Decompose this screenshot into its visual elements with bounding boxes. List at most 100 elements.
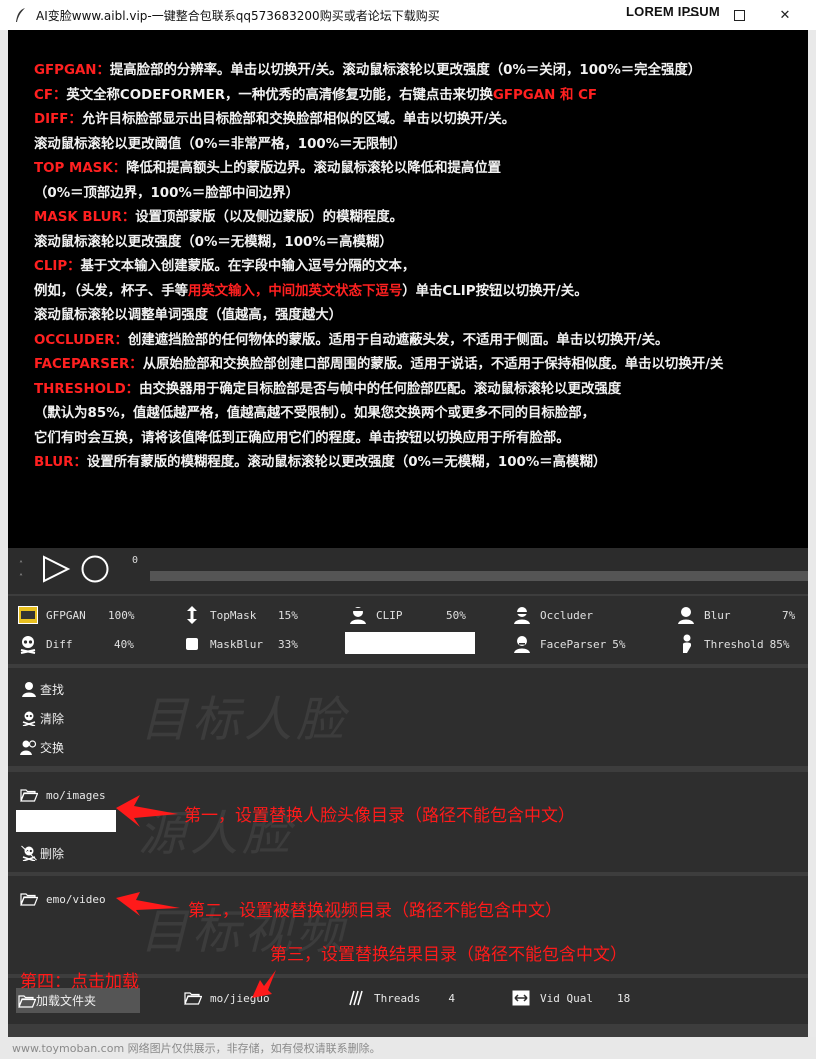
help-text-segment: 允许目标脸部显示出目标脸部和交换脸部相似的区域。单击以切换开/关。 xyxy=(81,112,516,127)
help-keyword: CLIP： xyxy=(34,259,81,274)
step-up-icon[interactable]: ˄ xyxy=(19,558,23,571)
help-line: CF：英文全称CODEFORMER，一种优秀的高清修复功能，右键点击来切换GFP… xyxy=(34,84,804,109)
help-keyword: FACEPARSER： xyxy=(34,357,143,372)
frame-step-buttons[interactable]: ˄ ˄ xyxy=(19,558,23,584)
help-line: 滚动鼠标滚轮以调整单词强度（值越高，强度越大） xyxy=(34,304,804,329)
help-line: 例如，（头发，杯子、手等用英文输入，中间加英文状态下逗号）单击CLIP按钮以切换… xyxy=(34,280,804,305)
blur-switch[interactable]: Blur 7% xyxy=(676,604,795,626)
help-text-segment: ）单击CLIP按钮以切换开/关。 xyxy=(402,283,588,299)
help-keyword: OCCLUDER： xyxy=(34,332,128,348)
annotation-step-4: 第四：点击加载 xyxy=(20,972,139,992)
clip-text-input[interactable] xyxy=(345,632,475,654)
source-filter-input[interactable] xyxy=(16,810,116,832)
clip-face-icon xyxy=(348,605,368,625)
help-text-segment: 设置所有蒙版的模糊程度。滚动鼠标滚轮以更改强度（0%＝无模糊，100%＝高模糊） xyxy=(86,455,607,470)
help-keyword: 用英文输入，中间加英文状态下逗号 xyxy=(188,283,403,299)
close-icon: ✕ xyxy=(779,7,791,23)
feather-app-icon xyxy=(16,8,25,22)
help-line: DIFF：允许目标脸部显示出目标脸部和交换脸部相似的区域。单击以切换开/关。 xyxy=(34,108,804,133)
help-text-segment: 设置顶部蒙版（以及侧边蒙版）的模糊程度。 xyxy=(135,210,404,225)
clear-button[interactable]: 清除 xyxy=(20,709,64,727)
video-folder-button[interactable]: emo/video xyxy=(20,890,106,908)
find-button[interactable]: 查找 xyxy=(20,680,64,698)
help-line: CLIP：基于文本输入创建蒙版。在字段中输入逗号分隔的文本， xyxy=(34,255,804,280)
help-keyword: DIFF： xyxy=(34,112,82,127)
help-text-segment: 提高脸部的分辨率。单击以切换开/关。滚动鼠标滚轮以更改强度（0%＝关闭，100%… xyxy=(109,63,702,78)
resize-arrows-icon xyxy=(512,990,530,1006)
help-text-segment: 例如，（头发，杯子、手等 xyxy=(34,283,188,299)
help-keyword: GFPGAN 和 CF xyxy=(492,87,598,103)
help-keyword: BLUR： xyxy=(34,455,87,470)
square-icon xyxy=(182,634,202,654)
updown-arrow-icon xyxy=(182,605,202,625)
diff-skull-icon xyxy=(18,634,38,654)
help-keyword: MASK BLUR： xyxy=(34,210,136,225)
folder-open-icon xyxy=(184,990,202,1006)
close-button[interactable]: ✕ xyxy=(775,6,795,24)
help-text-segment: 降低和提高额头上的蒙版边界。滚动鼠标滚轮以降低和提高位置 xyxy=(126,161,502,176)
record-icon[interactable] xyxy=(80,554,110,584)
annotation-step-1: 第一，设置替换人脸头像目录（路径不能包含中文） xyxy=(184,806,575,826)
maximize-button[interactable] xyxy=(729,6,749,24)
diff-switch[interactable]: Diff 40% xyxy=(18,633,134,655)
background-left xyxy=(0,0,8,1059)
help-line: BLUR：设置所有蒙版的模糊程度。滚动鼠标滚轮以更改强度（0%＝无模糊，100%… xyxy=(34,451,804,476)
annotation-step-3: 第三，设置替换结果目录（路径不能包含中文） xyxy=(270,945,627,965)
folder-open-icon xyxy=(20,786,38,804)
video-slider[interactable] xyxy=(150,571,808,581)
help-text-segment: 英文全称CODEFORMER，一种优秀的高清修复功能，右键点击来切换 xyxy=(66,87,493,103)
help-keyword: CF： xyxy=(34,87,67,103)
help-line: GFPGAN：提高脸部的分辨率。单击以切换开/关。滚动鼠标滚轮以更改强度（0%＝… xyxy=(34,59,804,84)
help-line: 它们有时会互换，请将该值降低到正确应用它们的程度。单击按钮以切换应用于所有脸部。 xyxy=(34,427,804,452)
play-icon[interactable] xyxy=(41,554,71,584)
window-titlebar: AI变脸www.aibl.vip-一键整合包联系qq573683200购买或者论… xyxy=(0,0,816,30)
help-line: 滚动鼠标滚轮以更改强度（0%＝无模糊，100%＝高模糊） xyxy=(34,231,804,256)
occluder-face-icon xyxy=(512,605,532,625)
brand-overlay-text: LOREM IPSUM xyxy=(626,4,720,19)
help-line: 滚动鼠标滚轮以更改阈值（0%＝非常严格，100%＝无限制） xyxy=(34,133,804,158)
help-text-segment: 创建遮挡脸部的任何物体的蒙版。适用于自动遮蔽头发，不适用于侧面。单击以切换开/关… xyxy=(127,332,669,348)
help-text-segment: 滚动鼠标滚轮以更改阈值（0%＝非常严格，100%＝无限制） xyxy=(34,136,407,152)
switches-panel: GFPGAN 100% TopMask 15% CLIP 50% Occlude… xyxy=(8,596,808,664)
help-text: GFPGAN：提高脸部的分辨率。单击以切换开/关。滚动鼠标滚轮以更改强度（0%＝… xyxy=(34,59,804,476)
help-text-segment: 滚动鼠标滚轮以更改强度（0%＝无模糊，100%＝高模糊） xyxy=(34,234,393,250)
swap-people-icon xyxy=(20,738,38,756)
video-preview[interactable]: GFPGAN：提高脸部的分辨率。单击以切换开/关。滚动鼠标滚轮以更改强度（0%＝… xyxy=(8,30,808,548)
help-text-segment: （默认为85%，值越低越严格，值越高越不受限制）。如果您交换两个或更多不同的目标… xyxy=(34,406,595,421)
video-quality-control[interactable]: Vid Qual 18 xyxy=(512,990,630,1006)
clear-skull-icon xyxy=(20,709,38,727)
step-down-icon[interactable]: ˄ xyxy=(19,571,23,584)
output-folder-button[interactable]: mo/jieguo xyxy=(184,990,270,1006)
target-faces-watermark: 目标人脸 xyxy=(140,692,349,748)
minimize-icon: — xyxy=(686,7,700,23)
help-line: （默认为85%，值越低越严格，值越高越不受限制）。如果您交换两个或更多不同的目标… xyxy=(34,402,804,427)
swap-button[interactable]: 交换 xyxy=(20,738,64,756)
minimize-button[interactable]: — xyxy=(683,6,703,24)
help-keyword: TOP MASK： xyxy=(34,161,127,176)
faceparser-switch[interactable]: FaceParser 5% xyxy=(512,633,625,655)
window-title: AI变脸www.aibl.vip-一键整合包联系qq573683200购买或者论… xyxy=(36,8,440,23)
help-text-segment: 基于文本输入创建蒙版。在字段中输入逗号分隔的文本， xyxy=(80,259,416,274)
topmask-switch[interactable]: TopMask 15% xyxy=(182,604,298,626)
threads-control[interactable]: Threads 4 xyxy=(348,990,455,1006)
blur-face-icon xyxy=(676,605,696,625)
delete-skull-icon xyxy=(20,844,38,862)
threads-icon xyxy=(348,990,364,1006)
app-window: GFPGAN：提高脸部的分辨率。单击以切换开/关。滚动鼠标滚轮以更改强度（0%＝… xyxy=(8,30,808,1059)
watermark-footer: www.toymoban.com 网络图片仅供展示，非存储，如有侵权请联系删除。 xyxy=(0,1037,816,1059)
source-folder-button[interactable]: mo/images xyxy=(20,786,106,804)
help-line: THRESHOLD：由交换器用于确定目标脸部是否与帧中的任何脸部匹配。滚动鼠标滚… xyxy=(34,378,804,403)
help-line: OCCLUDER：创建遮挡脸部的任何物体的蒙版。适用于自动遮蔽头发，不适用于侧面… xyxy=(34,329,804,354)
help-keyword: GFPGAN： xyxy=(34,63,110,78)
target-faces-panel: 目标人脸 查找 清除 交换 xyxy=(8,668,808,766)
clip-switch[interactable]: CLIP 50% xyxy=(348,604,466,626)
delete-button[interactable]: 删除 xyxy=(20,844,64,862)
help-text-segment: 由交换器用于确定目标脸部是否与帧中的任何脸部匹配。滚动鼠标滚轮以更改强度 xyxy=(139,381,622,397)
threshold-switch[interactable]: Threshold 85% xyxy=(676,633,789,655)
gfpgan-switch[interactable]: GFPGAN 100% xyxy=(18,604,135,626)
folder-open-icon xyxy=(20,890,38,908)
maskblur-switch[interactable]: MaskBlur 33% xyxy=(182,633,298,655)
occluder-switch[interactable]: Occluder xyxy=(512,604,593,626)
help-line: FACEPARSER：从原始脸部和交换脸部创建口部周围的蒙版。适用于说话，不适用… xyxy=(34,353,804,378)
threshold-person-icon xyxy=(676,634,696,654)
